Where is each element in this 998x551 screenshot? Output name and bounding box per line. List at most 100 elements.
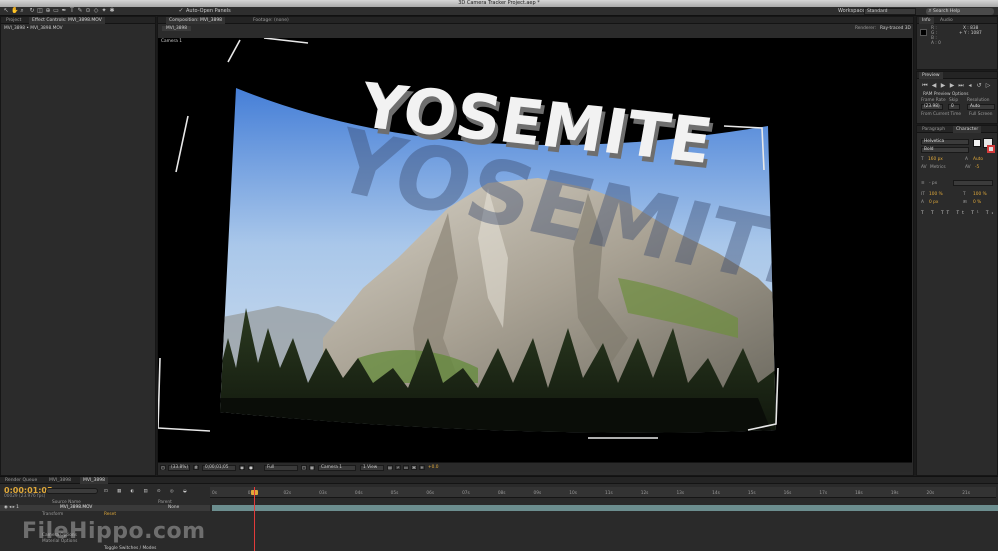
fast-preview-icon[interactable]: ⚡ — [395, 465, 401, 470]
effect-controls-panel: Project Effect Controls: MVI_3898.MOV MV… — [0, 16, 156, 476]
pen-tool-icon[interactable]: ✒ — [61, 8, 67, 14]
selection-tool-icon[interactable]: ↖ — [3, 8, 9, 14]
prop-transform[interactable]: Transform — [42, 512, 63, 517]
text-tool-icon[interactable]: T — [69, 8, 75, 14]
renderer-value[interactable]: Ray-traced 3D — [880, 26, 911, 31]
current-time-display[interactable]: 0;00;01;05 — [202, 465, 236, 471]
tab-audio[interactable]: Audio — [937, 17, 956, 24]
next-frame-icon[interactable]: ▶ — [949, 83, 955, 89]
resolution-label: Resolution — [967, 98, 990, 103]
tab-preview[interactable]: Preview — [919, 72, 943, 79]
baseline-value[interactable]: 0 px — [929, 200, 938, 205]
snapshot-icon[interactable]: ◉ — [239, 465, 245, 470]
roto-tool-icon[interactable]: ✦ — [101, 8, 107, 14]
font-family-select[interactable]: Helvetica — [921, 139, 969, 145]
ruler-tick-label: 10s — [569, 491, 577, 496]
font-style-select[interactable]: Bold — [921, 147, 969, 153]
exposure-reset-icon[interactable]: ✳ — [419, 465, 425, 470]
play-icon[interactable]: ▶ — [940, 83, 946, 89]
camera-view-select[interactable]: Camera 1 — [318, 465, 356, 471]
tab-timeline-1[interactable]: MVI_3898 — [46, 477, 74, 484]
resolution-select[interactable]: Full — [264, 465, 298, 471]
grid-icon[interactable]: # — [193, 465, 199, 470]
timeline-search-input[interactable] — [46, 488, 98, 494]
prev-frame-icon[interactable]: ◀ — [931, 83, 937, 89]
fill-color-swatch[interactable] — [973, 139, 981, 147]
effect-controls-path: MVI_3898 • MVI_3898.MOV — [4, 26, 63, 31]
tab-project[interactable]: Project — [3, 17, 24, 24]
full-screen-checkbox[interactable]: Full Screen — [969, 112, 993, 117]
search-help-input[interactable]: Search Help — [926, 8, 994, 15]
timeline-switch-icons[interactable]: ⊡ ▦ ◐ ▤ ⊙ ◎ ◒ — [104, 489, 191, 494]
toggle-pixel-icon[interactable]: ▤ — [387, 465, 393, 470]
skip-input[interactable]: 0 — [948, 104, 960, 110]
layer-duration-bar[interactable] — [212, 505, 998, 511]
time-ruler[interactable]: 0s01s02s03s04s05s06s07s08s09s10s11s12s13… — [210, 487, 996, 498]
ram-preview-options[interactable]: RAM Preview Options — [923, 92, 969, 97]
view-layout-select[interactable]: 1 View — [360, 465, 384, 471]
font-size-value[interactable]: 160 px — [928, 157, 943, 162]
vscale-value[interactable]: 100 % — [929, 192, 943, 197]
info-panel: Info Audio R : G : B : A : 0 X : 838 + Y… — [916, 16, 998, 70]
workspace-select[interactable]: Standard — [864, 8, 916, 15]
checkbox-icon[interactable]: ✓ — [178, 8, 184, 14]
always-preview-icon[interactable]: ▢ — [160, 465, 166, 470]
workspace-label: Workspace: — [838, 8, 868, 14]
layer-switches[interactable]: ◉ ◂ ▸ 1 — [4, 505, 19, 510]
current-time-indicator[interactable] — [254, 487, 255, 551]
color-channel-icon[interactable]: ● — [248, 465, 254, 470]
tab-composition[interactable]: Composition: MVI_3898 — [166, 17, 226, 24]
clone-tool-icon[interactable]: ⊙ — [85, 8, 91, 14]
loop-icon[interactable]: ↺ — [976, 83, 982, 89]
stroke-style-select[interactable] — [953, 180, 993, 186]
first-frame-icon[interactable]: ⏮ — [922, 83, 928, 89]
zoom-tool-icon[interactable]: ⌕ — [19, 8, 25, 14]
tracking-value[interactable]: -5 — [975, 165, 979, 170]
transparency-grid-icon[interactable]: ▦ — [309, 465, 315, 470]
exposure-value[interactable]: +0.0 — [428, 465, 438, 470]
tab-paragraph[interactable]: Paragraph — [919, 126, 948, 133]
transform-reset[interactable]: Reset — [104, 512, 116, 517]
kerning-value[interactable]: Metrics — [930, 165, 946, 170]
tab-info[interactable]: Info — [919, 17, 934, 24]
tab-effect-controls[interactable]: Effect Controls: MVI_3898.MOV — [29, 17, 105, 24]
ruler-tick-label: 14s — [712, 491, 720, 496]
brush-tool-icon[interactable]: ✎ — [77, 8, 83, 14]
auto-open-panels-label[interactable]: Auto-Open Panels — [186, 7, 231, 16]
last-frame-icon[interactable]: ⏭ — [958, 83, 964, 89]
layer-parent-select[interactable]: None — [168, 505, 179, 510]
frame-rate-select[interactable]: (23.98) — [921, 104, 943, 110]
info-a: A : 0 — [931, 41, 941, 46]
ram-preview-icon[interactable]: ▷ — [985, 83, 991, 89]
hscale-value[interactable]: 100 % — [973, 192, 987, 197]
tsume-value[interactable]: 0 % — [973, 200, 981, 205]
tab-timeline-2[interactable]: MVI_3898 — [80, 477, 108, 484]
leading-value[interactable]: Auto — [973, 157, 983, 162]
tab-character[interactable]: Character — [953, 126, 982, 133]
stroke-width-value[interactable]: - px — [929, 181, 937, 186]
zoom-select[interactable]: (33.8%) — [168, 465, 190, 471]
layer-name[interactable]: MVI_3898.MOV — [60, 505, 92, 510]
mask-tool-icon[interactable]: ▭ — [53, 8, 59, 14]
layer-row[interactable]: ◉ ◂ ▸ 1 MVI_3898.MOV None — [0, 505, 210, 511]
rotate-tool-icon[interactable]: ↻ — [29, 8, 35, 14]
tab-render-queue[interactable]: Render Queue — [2, 477, 40, 484]
timeline-icon[interactable]: ▭ — [403, 465, 409, 470]
camera-tool-icon[interactable]: ◫ — [37, 8, 43, 14]
pan-behind-tool-icon[interactable]: ⊕ — [45, 8, 51, 14]
resolution-select-preview[interactable]: Auto — [967, 104, 995, 110]
toggle-switches-modes[interactable]: Toggle Switches / Modes — [104, 546, 156, 551]
hand-tool-icon[interactable]: ✋ — [11, 8, 18, 14]
tab-footage[interactable]: Footage: (none) — [250, 17, 292, 24]
from-current-time-checkbox[interactable]: From Current Time — [921, 112, 961, 117]
region-of-interest-icon[interactable]: □ — [301, 465, 307, 470]
comp-subtab[interactable]: MVI_3898 — [162, 26, 191, 31]
eraser-tool-icon[interactable]: ◇ — [93, 8, 99, 14]
text-style-buttons[interactable]: T T TT Tt T¹ T₁ — [921, 211, 996, 216]
no-stroke-swatch[interactable] — [987, 145, 995, 153]
flowchart-icon[interactable]: ⌘ — [411, 465, 417, 470]
left-panel-tabs: Project Effect Controls: MVI_3898.MOV — [1, 17, 155, 24]
composition-viewer[interactable]: YOSEMITE YOSEMITE YOSEMITE Camera 1 — [158, 38, 912, 462]
puppet-tool-icon[interactable]: ✱ — [109, 8, 115, 14]
mute-icon[interactable]: ◂ — [967, 83, 973, 89]
